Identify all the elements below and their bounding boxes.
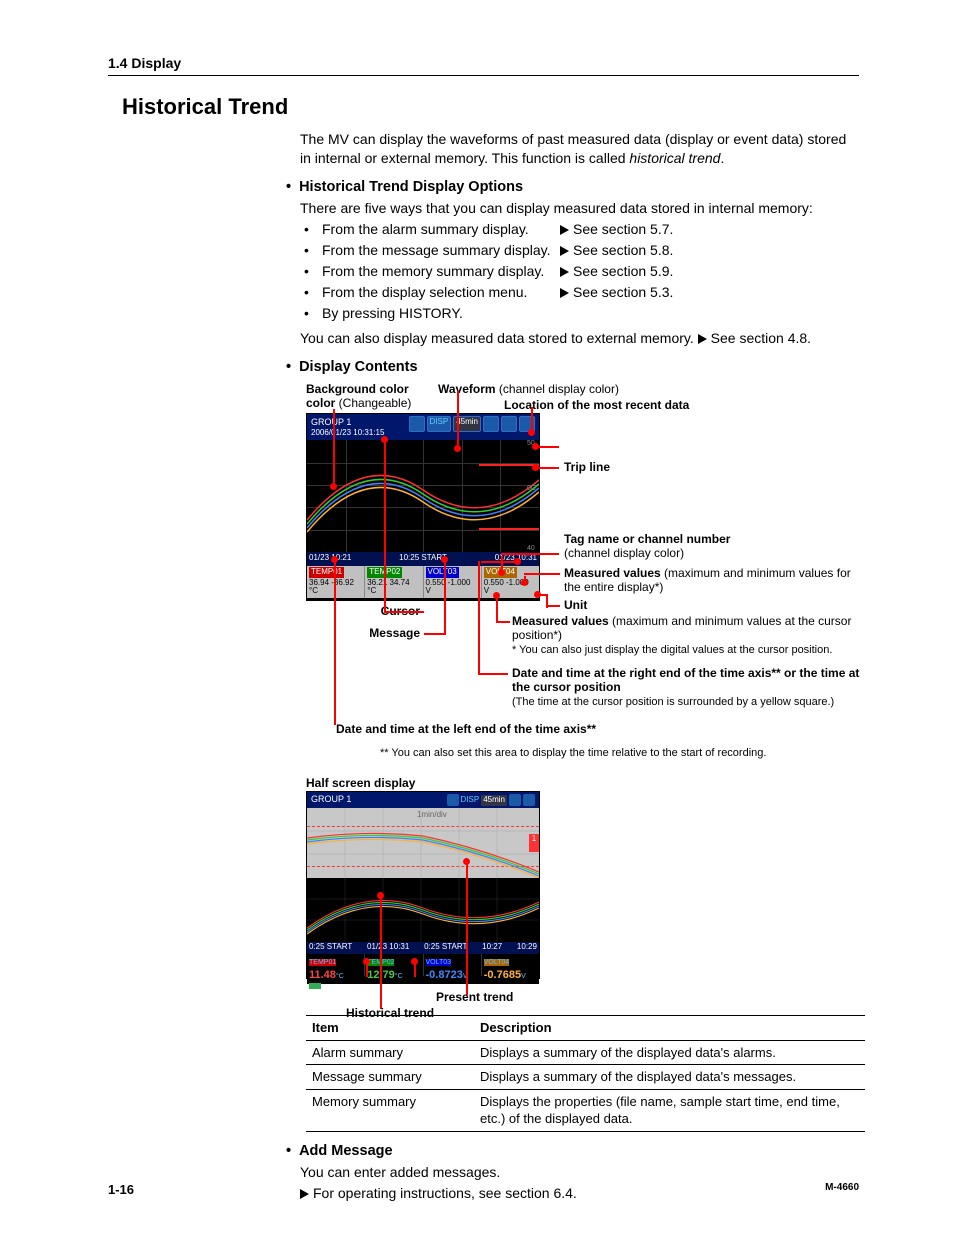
half-screen-screenshot: GROUP 1 2006/01/23 10:31:33 DISP 45min 1… — [306, 791, 540, 979]
options-lead: There are five ways that you can display… — [300, 199, 859, 218]
triangle-icon — [698, 334, 707, 344]
triangle-icon — [560, 288, 569, 298]
options-list: •From the alarm summary display.See sect… — [300, 220, 859, 322]
triangle-icon — [560, 225, 569, 235]
page-header: 1.4 Display — [108, 55, 859, 76]
table-row: Message summaryDisplays a summary of the… — [306, 1065, 865, 1090]
titlebar-icons: DISP45min — [407, 416, 535, 438]
figure-display-contents: Background colorcolor (Changeable) Wavef… — [306, 383, 866, 773]
options-heading: •Historical Trend Display Options — [286, 178, 859, 198]
triangle-icon — [560, 246, 569, 256]
figure-half-screen: Half screen display GROUP 1 2006/01/23 1… — [306, 775, 716, 1007]
table-row: Memory summaryDisplays the properties (f… — [306, 1089, 865, 1131]
summary-table: ItemDescription Alarm summaryDisplays a … — [306, 1015, 865, 1132]
add-message-text: You can enter added messages. — [300, 1163, 859, 1182]
add-message-heading: •Add Message — [286, 1142, 859, 1162]
page-footer: 1-16 M-4660 — [108, 1182, 859, 1197]
triangle-icon — [560, 267, 569, 277]
display-contents-heading: •Display Contents — [286, 358, 859, 378]
intro-paragraph: The MV can display the waveforms of past… — [300, 130, 859, 168]
table-row: Alarm summaryDisplays a summary of the d… — [306, 1040, 865, 1065]
options-tail: You can also display measured data store… — [300, 329, 859, 348]
page-title: Historical Trend — [122, 94, 859, 120]
